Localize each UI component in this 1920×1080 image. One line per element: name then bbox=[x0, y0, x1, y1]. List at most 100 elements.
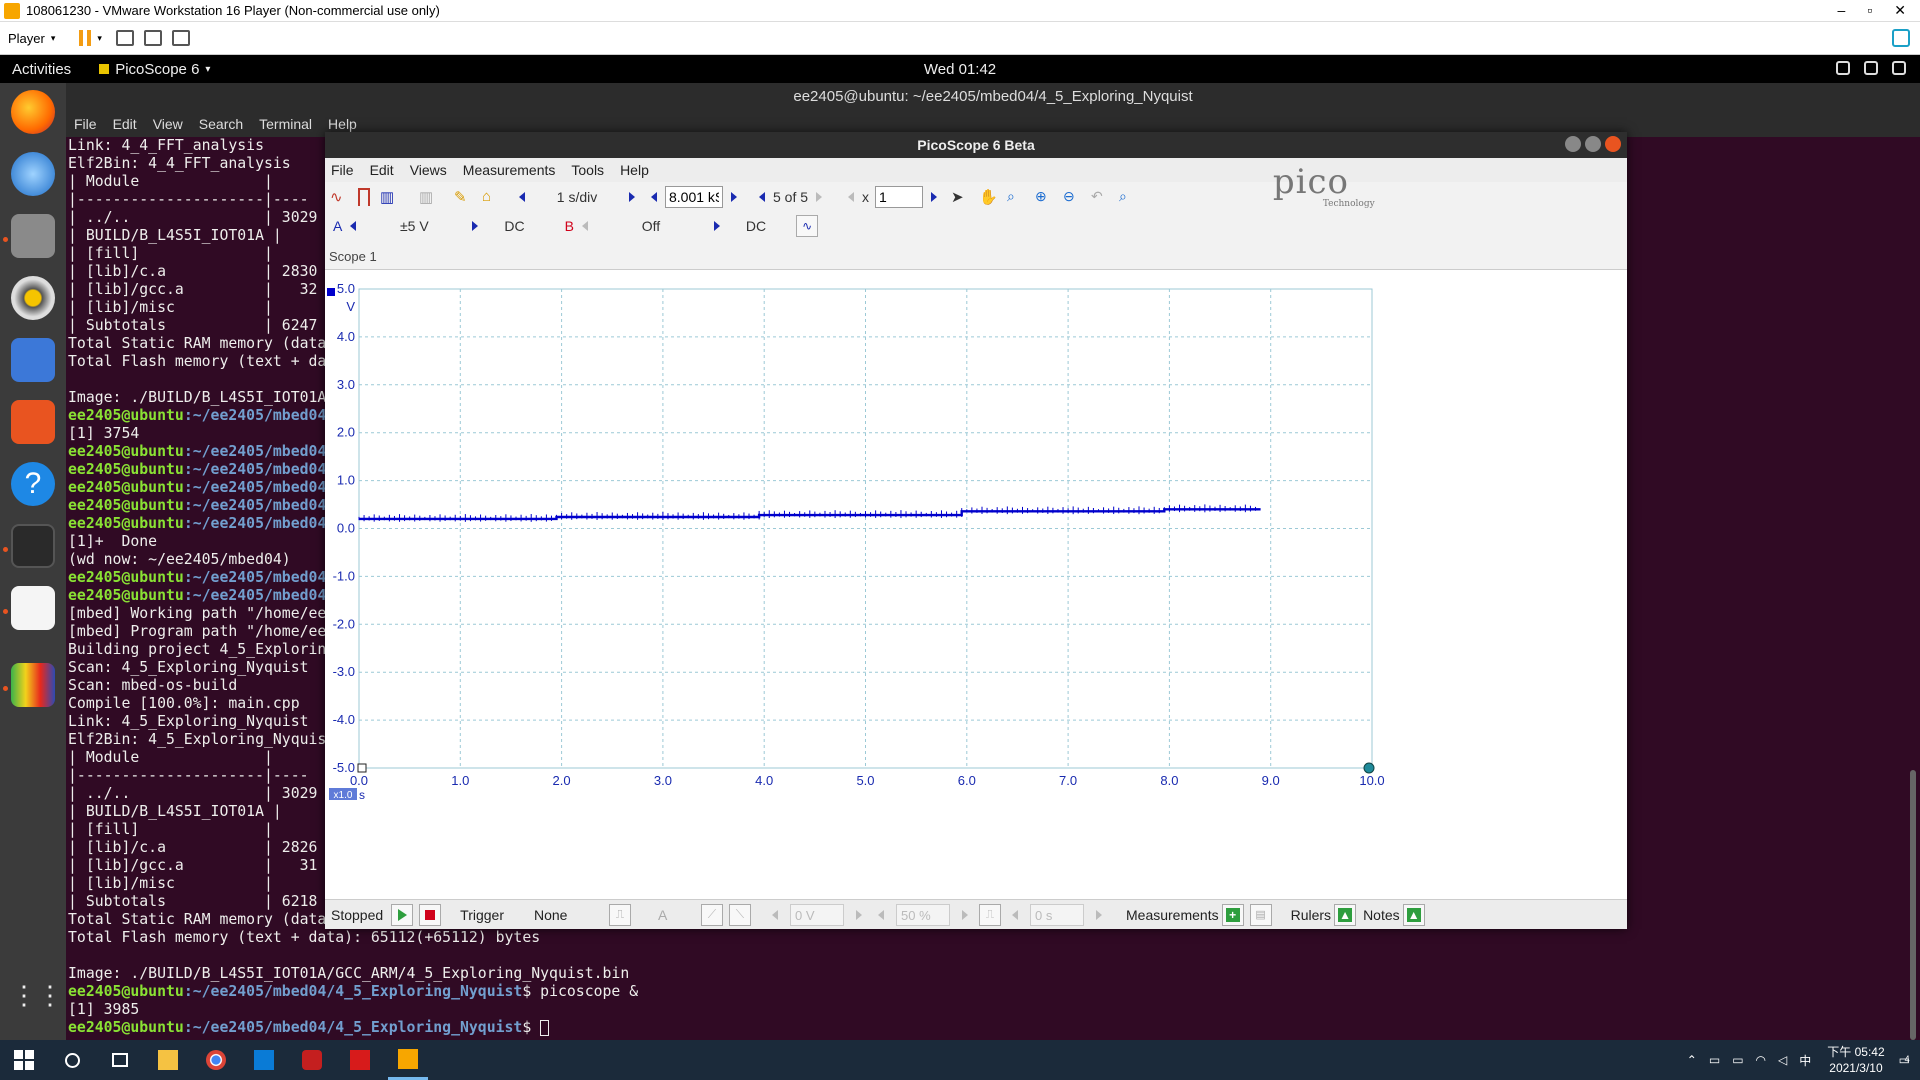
app-menu[interactable]: PicoScope 6 ▾ bbox=[99, 61, 210, 78]
mail-icon[interactable] bbox=[244, 1040, 284, 1080]
threshold-decrease[interactable] bbox=[772, 909, 778, 920]
chevron-down-icon[interactable]: ▾ bbox=[97, 33, 102, 44]
delay-field[interactable]: 0 s bbox=[1030, 903, 1084, 926]
samples-decrease-arrow[interactable] bbox=[651, 191, 657, 202]
pretrigger-increase[interactable] bbox=[962, 909, 968, 920]
fullscreen-icon[interactable] bbox=[143, 30, 162, 46]
text-editor-icon[interactable] bbox=[11, 586, 55, 630]
pico-menu-help[interactable]: Help bbox=[620, 162, 649, 178]
channel-b-range-increase[interactable] bbox=[713, 220, 720, 231]
delay-decrease[interactable] bbox=[1012, 909, 1018, 920]
minimize-button[interactable] bbox=[1565, 136, 1581, 152]
channel-a-range-decrease[interactable] bbox=[350, 220, 357, 231]
channel-a-coupling[interactable]: DC bbox=[504, 218, 524, 234]
pico-menu-tools[interactable]: Tools bbox=[571, 162, 604, 178]
home-icon[interactable]: ⌂ bbox=[482, 188, 500, 206]
terminal-menu-terminal[interactable]: Terminal bbox=[259, 116, 312, 132]
windows-start-icon[interactable] bbox=[4, 1040, 44, 1080]
undo-zoom-icon[interactable]: ↶ bbox=[1091, 188, 1109, 206]
next-capture-arrow[interactable] bbox=[816, 191, 823, 202]
game-app-icon[interactable] bbox=[292, 1040, 332, 1080]
unity-icon[interactable] bbox=[171, 30, 190, 46]
battery-icon[interactable]: ▭ bbox=[1732, 1053, 1743, 1067]
zoom-region-icon[interactable]: ⌕ bbox=[1007, 188, 1025, 206]
minimize-button[interactable]: – bbox=[1838, 2, 1846, 19]
timebase-select[interactable]: 1 s/div bbox=[533, 189, 621, 205]
add-measurement-button[interactable]: + bbox=[1221, 903, 1244, 926]
terminal-menu-help[interactable]: Help bbox=[328, 116, 357, 132]
rising-edge-icon[interactable]: ⟋ bbox=[701, 903, 723, 926]
terminal-menu-file[interactable]: File bbox=[74, 116, 97, 132]
notification-icon[interactable]: ▭ 4 bbox=[1899, 1053, 1910, 1067]
windows-clock[interactable]: 下午 05:42 2021/3/10 bbox=[1827, 1044, 1884, 1076]
channel-a-range[interactable]: ±5 V bbox=[364, 218, 464, 234]
acrobat-icon[interactable] bbox=[340, 1040, 380, 1080]
trigger-mode[interactable]: None bbox=[534, 907, 606, 923]
send-ctrl-alt-del-icon[interactable] bbox=[115, 30, 134, 46]
scope-plot[interactable]: 0.0 1.0 2.0 3.0 4.0 5.0 6.0 7.0 8.0 9.0 10.0 5.0 4.0… bbox=[325, 269, 1627, 899]
task-view-icon[interactable] bbox=[100, 1040, 140, 1080]
ime-indicator[interactable]: 中 bbox=[1799, 1052, 1811, 1069]
tray-device-icon[interactable]: ▭ bbox=[1709, 1053, 1720, 1067]
falling-edge-icon[interactable]: ⟍ bbox=[729, 903, 751, 926]
delay-icon[interactable]: ⎍ bbox=[979, 903, 1001, 926]
software-center-icon[interactable] bbox=[11, 400, 55, 444]
volume-icon[interactable] bbox=[1864, 61, 1878, 75]
file-explorer-icon[interactable] bbox=[148, 1040, 188, 1080]
pico-menu-views[interactable]: Views bbox=[410, 162, 447, 178]
notes-button[interactable]: ▲ bbox=[1402, 903, 1425, 926]
pico-menu-file[interactable]: File bbox=[331, 162, 354, 178]
spectrum-mode-icon[interactable]: ▥ bbox=[380, 188, 398, 206]
serial-decode-icon[interactable]: ▥ bbox=[419, 188, 437, 206]
wifi-icon[interactable]: ◠ bbox=[1756, 1053, 1766, 1067]
timebase-decrease-arrow[interactable] bbox=[519, 191, 525, 202]
terminal-menu-view[interactable]: View bbox=[153, 116, 183, 132]
maximize-button[interactable] bbox=[1585, 136, 1601, 152]
pico-menu-edit[interactable]: Edit bbox=[370, 162, 394, 178]
vmware-taskbar-icon[interactable] bbox=[388, 1040, 428, 1080]
activities-button[interactable]: Activities bbox=[12, 61, 71, 78]
chrome-icon[interactable] bbox=[196, 1040, 236, 1080]
scope-mode-icon[interactable]: ∿ bbox=[330, 188, 348, 206]
threshold-increase[interactable] bbox=[856, 909, 862, 920]
delay-increase[interactable] bbox=[1096, 909, 1102, 920]
zoom-increase-arrow[interactable] bbox=[931, 191, 938, 202]
show-applications-icon[interactable]: ⋮⋮ bbox=[11, 973, 63, 1017]
persistence-mode-icon[interactable] bbox=[358, 187, 370, 206]
help-icon[interactable]: ? bbox=[11, 462, 55, 506]
speaker-icon[interactable]: ◁ bbox=[1778, 1053, 1787, 1067]
samples-input[interactable] bbox=[665, 185, 723, 208]
channel-a-range-increase[interactable] bbox=[472, 220, 479, 231]
rulers-button[interactable]: ▲ bbox=[1334, 903, 1357, 926]
terminal-scrollbar[interactable] bbox=[1910, 770, 1916, 1040]
prev-capture-arrow[interactable] bbox=[759, 191, 765, 202]
pretrigger-decrease[interactable] bbox=[878, 909, 884, 920]
pico-menu-measurements[interactable]: Measurements bbox=[463, 162, 556, 178]
math-channel-icon[interactable]: ∿ bbox=[796, 214, 819, 237]
threshold-field[interactable]: 0 V bbox=[790, 903, 844, 926]
picoscope-icon[interactable] bbox=[11, 663, 55, 707]
probe-icon[interactable]: ✎ bbox=[454, 188, 472, 206]
libreoffice-writer-icon[interactable] bbox=[11, 338, 55, 382]
channel-b-coupling[interactable]: DC bbox=[746, 218, 766, 234]
power-icon[interactable] bbox=[1892, 61, 1906, 75]
terminal-menu-edit[interactable]: Edit bbox=[113, 116, 137, 132]
search-icon[interactable] bbox=[52, 1040, 92, 1080]
pause-icon[interactable] bbox=[79, 30, 92, 46]
close-button[interactable] bbox=[1605, 136, 1621, 152]
zoom-input[interactable] bbox=[875, 185, 924, 208]
stop-button[interactable] bbox=[419, 903, 442, 926]
player-menu[interactable]: Player ▾ bbox=[8, 31, 55, 46]
zoom-decrease-arrow[interactable] bbox=[848, 191, 855, 202]
zoom-to-fit-icon[interactable]: ⌕ bbox=[1119, 188, 1137, 206]
scope-tab[interactable]: Scope 1 bbox=[329, 249, 377, 264]
channel-b-range[interactable]: Off bbox=[596, 218, 706, 234]
close-button[interactable]: ✕ bbox=[1894, 2, 1906, 19]
edit-measurement-button[interactable]: ▤ bbox=[1249, 903, 1272, 926]
terminal-icon[interactable] bbox=[11, 524, 55, 568]
start-button[interactable] bbox=[391, 903, 414, 926]
timebase-increase-arrow[interactable] bbox=[629, 191, 635, 202]
hand-tool-icon[interactable]: ✋ bbox=[979, 188, 998, 206]
files-icon[interactable] bbox=[11, 214, 55, 258]
select-pointer-icon[interactable]: ➤ bbox=[951, 188, 969, 206]
